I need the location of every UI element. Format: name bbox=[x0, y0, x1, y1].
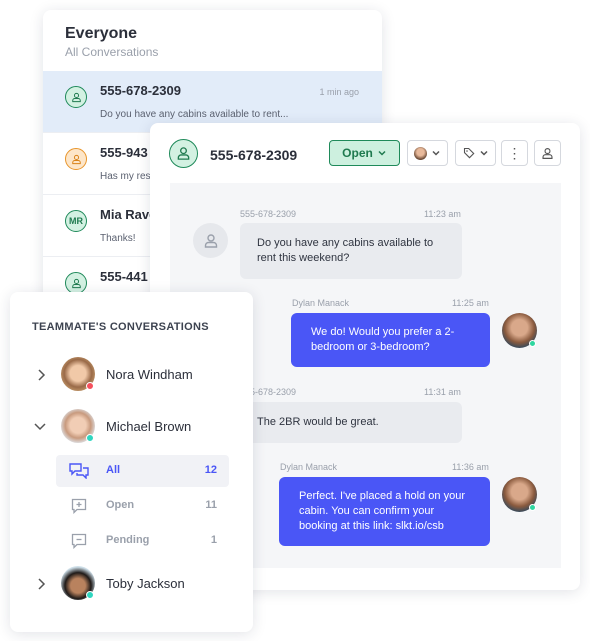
conversation-time: 1 min ago bbox=[319, 87, 359, 97]
contact-info-button[interactable] bbox=[534, 140, 561, 166]
filter-open[interactable]: Open 11 bbox=[56, 490, 229, 522]
filter-label: All bbox=[106, 464, 121, 476]
tag-dropdown[interactable] bbox=[455, 140, 496, 166]
message-time: 11:36 am bbox=[452, 462, 489, 472]
message-bubble: Perfect. I've placed a hold on your cabi… bbox=[279, 477, 490, 546]
conversation-name: Mia Rave bbox=[100, 207, 157, 222]
message-time: 11:31 am bbox=[424, 387, 461, 397]
status-dot bbox=[86, 434, 94, 442]
chevron-down-icon bbox=[377, 148, 387, 158]
status-dot bbox=[86, 591, 94, 599]
more-options-button[interactable]: ⋮ bbox=[501, 140, 528, 166]
contact-avatar-icon bbox=[169, 139, 198, 168]
person-icon bbox=[541, 147, 554, 160]
chat-plus-icon bbox=[71, 498, 87, 514]
chevron-down-icon bbox=[479, 148, 489, 158]
conversation-preview: Thanks! bbox=[100, 233, 136, 244]
teammate-michael[interactable]: Michael Brown bbox=[10, 407, 253, 447]
conversation-preview: Has my res bbox=[100, 171, 151, 182]
initials-avatar: MR bbox=[65, 210, 87, 232]
conversations-icon bbox=[69, 463, 89, 479]
tag-icon bbox=[463, 147, 474, 159]
person-icon bbox=[65, 86, 87, 108]
conversation-name: 555-943 bbox=[100, 145, 148, 160]
conversation-name: 555-678-2309 bbox=[100, 83, 181, 98]
conversation-preview: Do you have any cabins available to rent… bbox=[100, 109, 289, 120]
chevron-right-icon[interactable] bbox=[35, 368, 47, 382]
filter-count: 12 bbox=[204, 464, 217, 476]
chevron-down-icon[interactable] bbox=[33, 420, 47, 432]
message-bubble: We do! Would you prefer a 2-bedroom or 3… bbox=[291, 313, 490, 367]
teammate-name: Michael Brown bbox=[106, 419, 192, 434]
message-sender: Dylan Manack bbox=[280, 462, 338, 472]
teammate-name: Nora Windham bbox=[106, 367, 193, 382]
chat-minus-icon bbox=[71, 533, 87, 549]
contact-avatar-icon bbox=[193, 223, 228, 258]
conversation-name: 555-441 bbox=[100, 269, 148, 284]
teammate-toby[interactable]: Toby Jackson bbox=[10, 564, 253, 604]
online-status-dot bbox=[529, 340, 536, 347]
filter-count: 11 bbox=[205, 499, 217, 511]
teammate-name: Toby Jackson bbox=[106, 576, 185, 591]
chevron-right-icon[interactable] bbox=[35, 577, 47, 591]
message-bubble: The 2BR would be great. bbox=[240, 402, 462, 443]
status-dropdown[interactable]: Open bbox=[329, 140, 400, 166]
inbox-subtitle: All Conversations bbox=[65, 45, 159, 59]
more-vertical-icon: ⋮ bbox=[507, 145, 522, 161]
message-sender: 555-678-2309 bbox=[240, 209, 297, 219]
assignee-dropdown[interactable] bbox=[407, 140, 448, 166]
chevron-down-icon bbox=[431, 148, 441, 158]
teammates-title: TEAMMATE'S CONVERSATIONS bbox=[32, 321, 209, 333]
online-status-dot bbox=[529, 504, 536, 511]
status-label: Open bbox=[342, 146, 373, 160]
message-bubble: Do you have any cabins available to rent… bbox=[240, 223, 462, 279]
filter-label: Open bbox=[106, 499, 135, 511]
message-sender: Dylan Manack bbox=[292, 298, 350, 308]
filter-count: 1 bbox=[210, 534, 217, 546]
teammates-panel: TEAMMATE'S CONVERSATIONS Nora Windham Mi… bbox=[10, 292, 253, 632]
inbox-title: Everyone bbox=[65, 25, 138, 42]
contact-name: 555-678-2309 bbox=[210, 147, 298, 163]
filter-all[interactable]: All 12 bbox=[56, 455, 229, 487]
teammate-nora[interactable]: Nora Windham bbox=[10, 355, 253, 395]
person-icon bbox=[65, 272, 87, 294]
status-dot bbox=[86, 382, 94, 390]
message-time: 11:25 am bbox=[452, 298, 489, 308]
assignee-avatar bbox=[414, 146, 427, 160]
person-icon bbox=[65, 148, 87, 170]
message-time: 11:23 am bbox=[424, 209, 461, 219]
filter-label: Pending bbox=[106, 534, 150, 546]
filter-pending[interactable]: Pending 1 bbox=[56, 525, 229, 557]
